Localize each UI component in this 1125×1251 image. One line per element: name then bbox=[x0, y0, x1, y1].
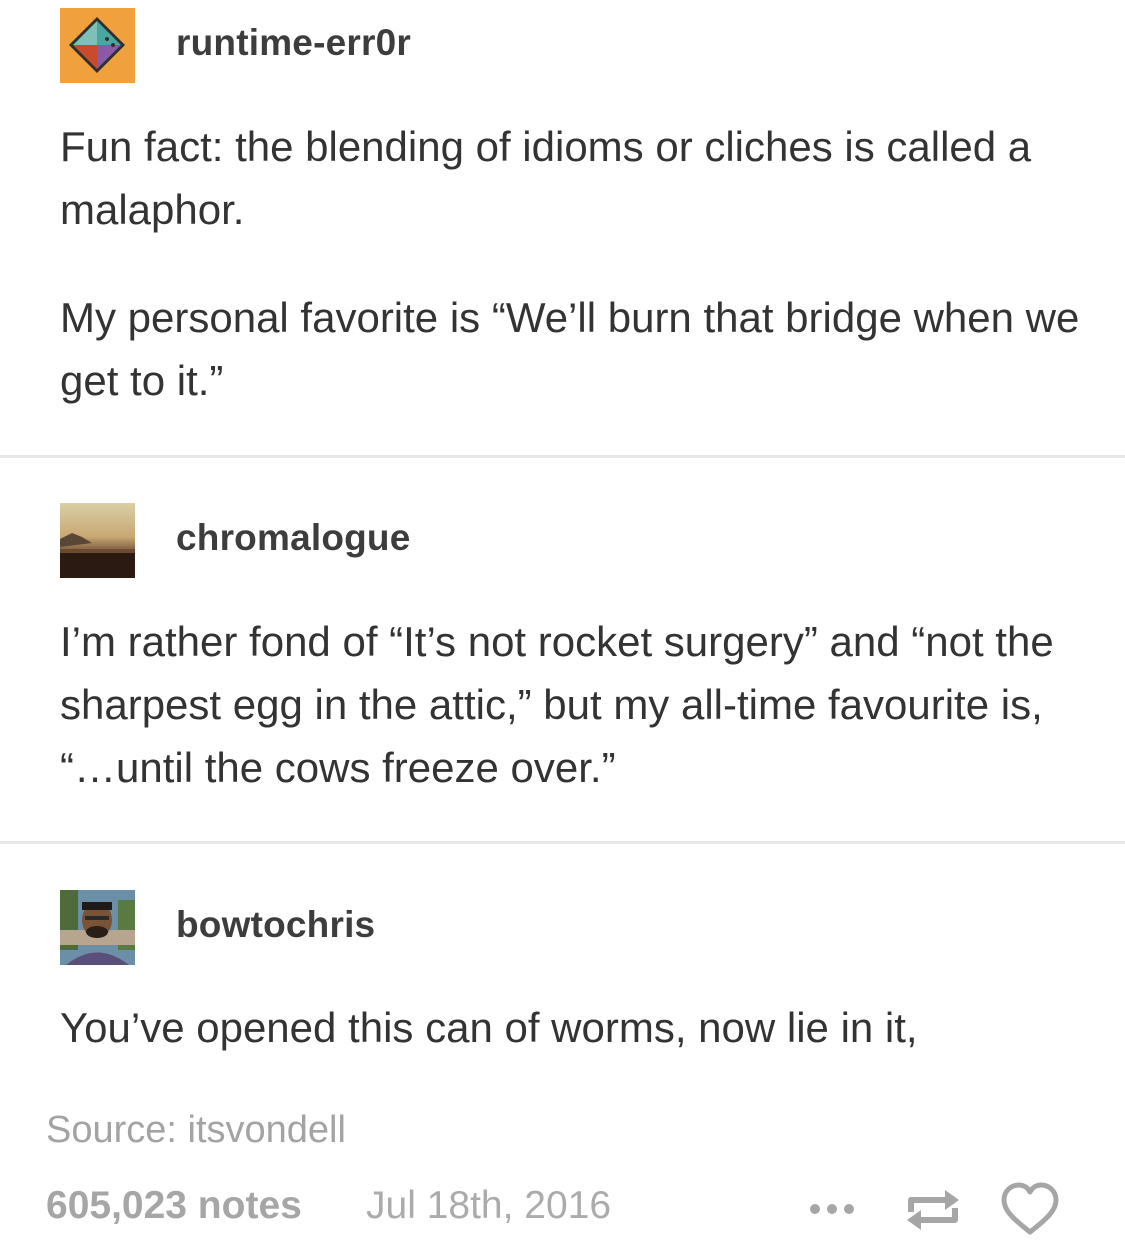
post-runtime-err0r: runtime-err0r Fun fact: the blending of … bbox=[0, 0, 1125, 456]
post-date[interactable]: Jul 18th, 2016 bbox=[366, 1184, 611, 1228]
avatar-bowtochris[interactable] bbox=[60, 890, 135, 965]
post-text-paragraph: I’m rather fond of “It’s not rocket surg… bbox=[60, 618, 1054, 791]
diamond-logo-icon bbox=[60, 8, 135, 83]
avatar-chromalogue[interactable] bbox=[60, 503, 135, 578]
username-chromalogue[interactable]: chromalogue bbox=[176, 517, 411, 559]
post-footer: 605,023 notes Jul 18th, 2016 bbox=[0, 1182, 1125, 1238]
post-text-paragraph: Fun fact: the blending of idioms or clic… bbox=[60, 123, 1032, 233]
source-link[interactable]: Source: itsvondell bbox=[46, 1109, 346, 1152]
username-bowtochris[interactable]: bowtochris bbox=[176, 904, 375, 946]
post-text-paragraph: My personal favorite is “We’ll burn that… bbox=[60, 294, 1080, 404]
post-bowtochris: bowtochris You’ve opened this can of wor… bbox=[0, 844, 1125, 1074]
person-photo-icon bbox=[60, 890, 135, 965]
notes-count[interactable]: 605,023 notes bbox=[46, 1184, 302, 1228]
avatar-runtime-err0r[interactable] bbox=[60, 8, 135, 83]
sunset-landscape-icon bbox=[60, 503, 135, 578]
post-chromalogue: chromalogue I’m rather fond of “It’s not… bbox=[0, 458, 1125, 842]
like-icon[interactable] bbox=[1000, 1182, 1060, 1238]
more-icon[interactable] bbox=[805, 1182, 865, 1238]
post-text-paragraph: You’ve opened this can of worms, now lie… bbox=[60, 1004, 918, 1051]
username-runtime-err0r[interactable]: runtime-err0r bbox=[176, 22, 411, 64]
reblog-icon[interactable] bbox=[903, 1182, 963, 1238]
